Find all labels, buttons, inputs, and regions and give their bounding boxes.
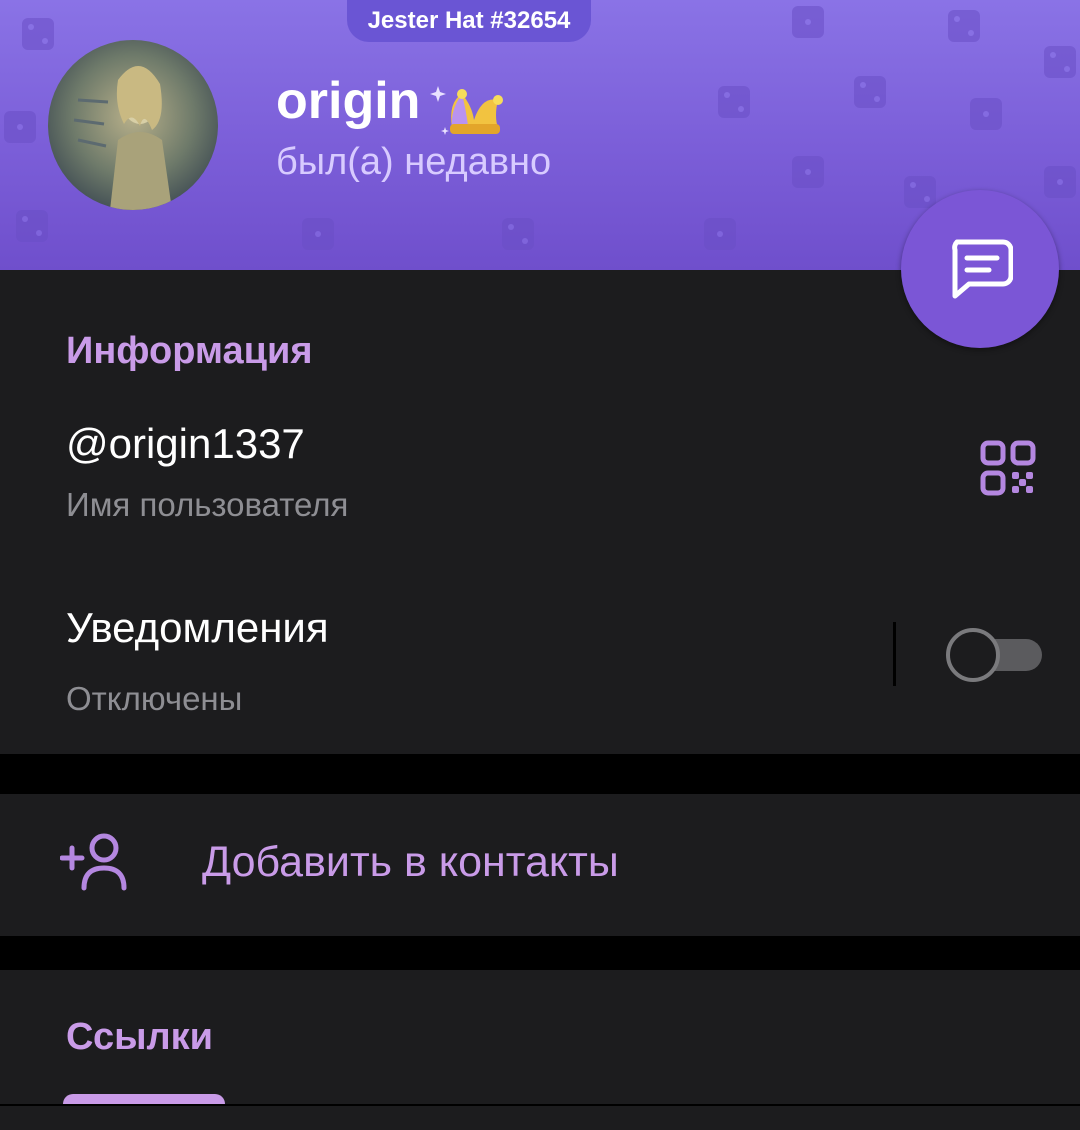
dice-pattern-icon: [854, 76, 886, 108]
dice-pattern-icon: [1044, 46, 1076, 78]
send-message-button[interactable]: [901, 190, 1059, 348]
dice-pattern-icon: [792, 156, 824, 188]
dice-pattern-icon: [4, 111, 36, 143]
avatar[interactable]: [48, 40, 218, 210]
dice-pattern-icon: [704, 218, 736, 250]
notifications-toggle[interactable]: [946, 628, 1042, 682]
message-icon: [952, 239, 1013, 299]
add-contact-row[interactable]: Добавить в контакты: [0, 794, 1080, 936]
username-caption: Имя пользователя: [66, 486, 349, 523]
info-section-title: Информация: [66, 330, 313, 372]
dice-pattern-icon: [16, 210, 48, 242]
qr-code-icon[interactable]: [980, 440, 1036, 496]
divider: [893, 622, 896, 686]
add-contact-label: Добавить в контакты: [202, 838, 619, 886]
links-section: Ссылки: [0, 970, 1080, 1108]
jester-hat-icon[interactable]: [428, 80, 508, 140]
notifications-value: Отключены: [66, 680, 243, 717]
username[interactable]: @origin1337: [66, 420, 305, 468]
bottom-strip: [0, 1104, 1080, 1130]
dice-pattern-icon: [502, 218, 534, 250]
links-section-title: Ссылки: [66, 1016, 214, 1058]
display-name: origin: [276, 72, 421, 130]
add-user-icon: [60, 833, 127, 891]
toggle-knob: [946, 628, 1000, 682]
last-seen-status: был(а) недавно: [276, 141, 552, 183]
dice-pattern-icon: [1044, 166, 1076, 198]
dice-pattern-icon: [22, 18, 54, 50]
dice-pattern-icon: [948, 10, 980, 42]
gift-tag[interactable]: Jester Hat #32654: [347, 0, 591, 42]
notifications-label[interactable]: Уведомления: [66, 604, 329, 652]
dice-pattern-icon: [970, 98, 1002, 130]
dice-pattern-icon: [302, 218, 334, 250]
dice-pattern-icon: [792, 6, 824, 38]
dice-pattern-icon: [718, 86, 750, 118]
info-section: Информация @origin1337 Имя пользователя …: [0, 270, 1080, 754]
